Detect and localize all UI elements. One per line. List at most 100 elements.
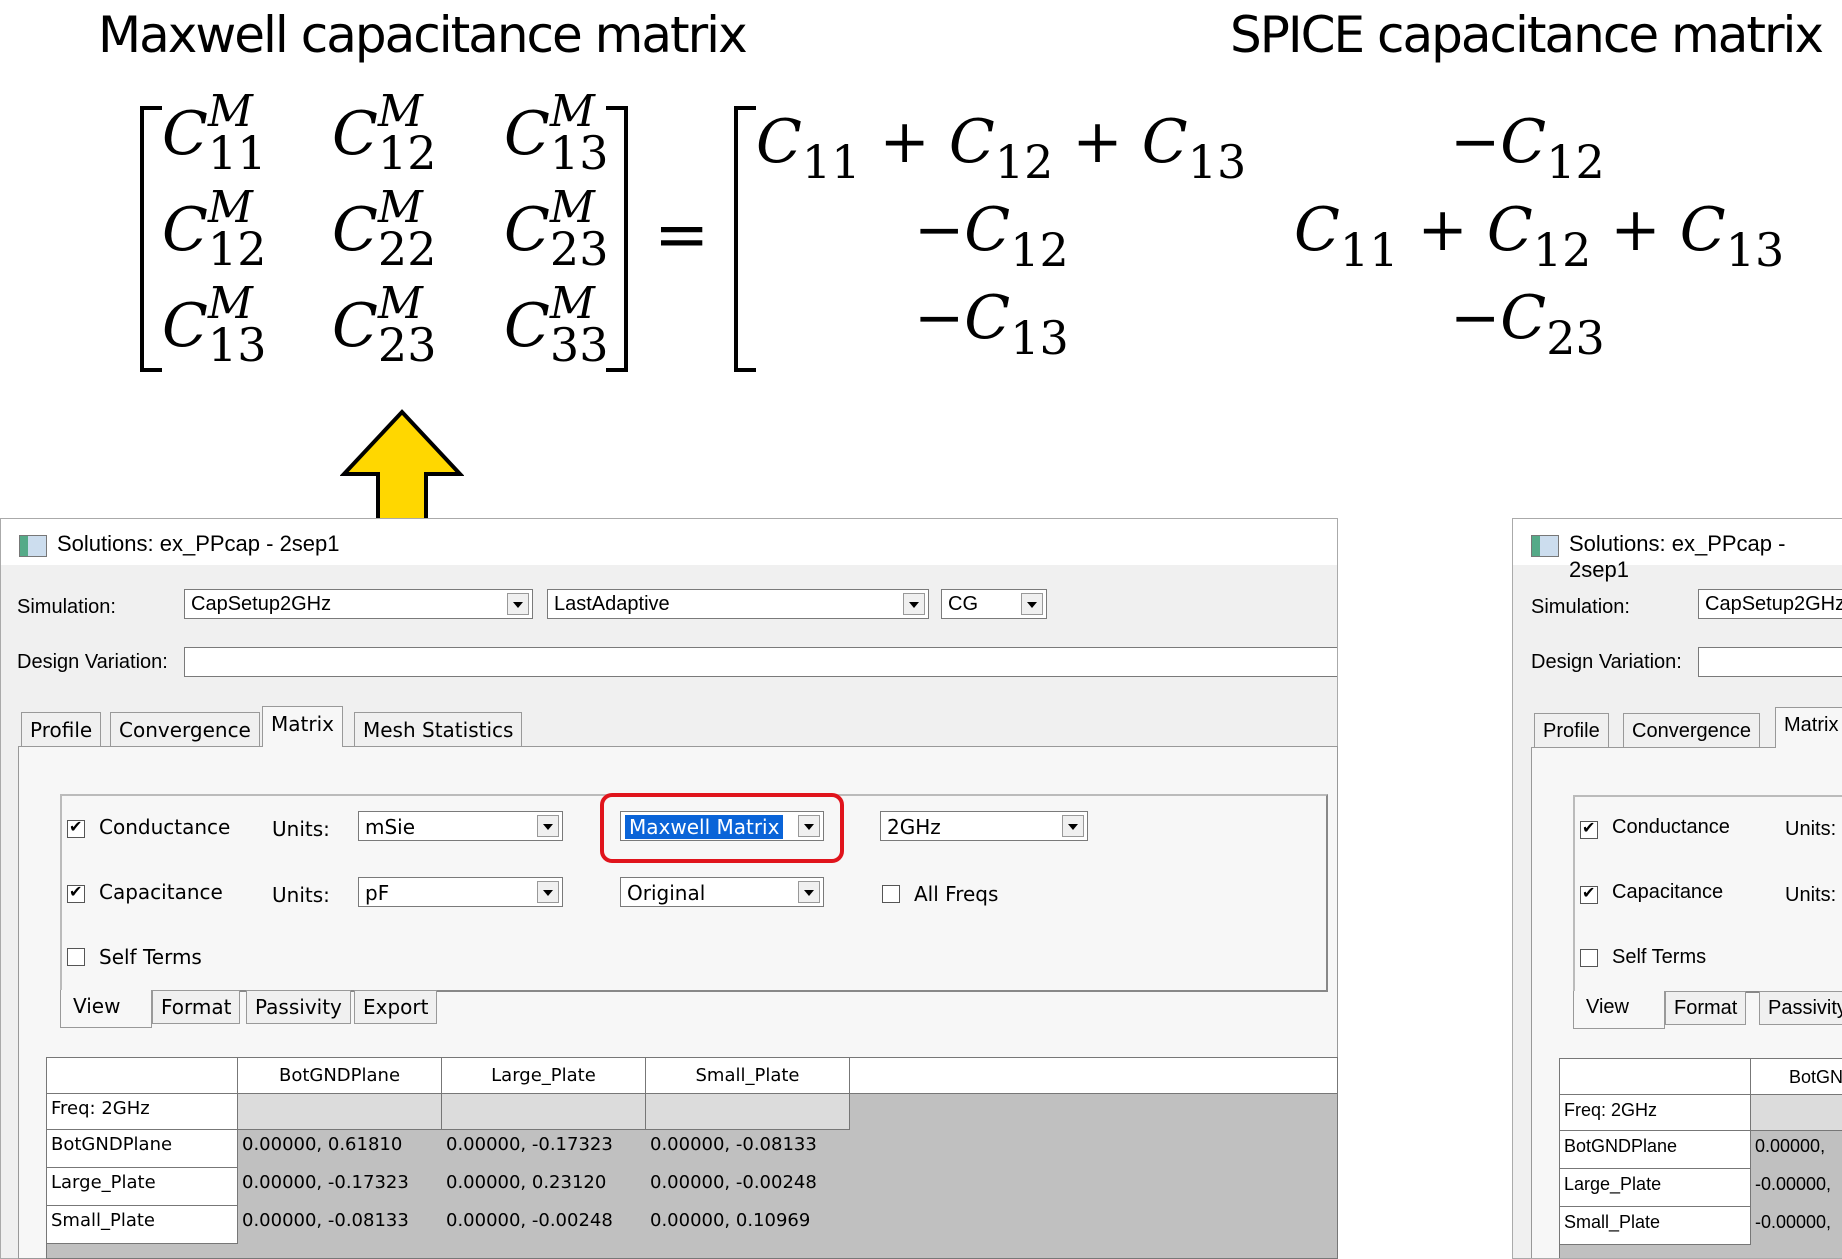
conductance-units-label: Units: [272, 817, 330, 841]
capacitance-label-2: Capacitance [1612, 881, 1724, 903]
table-row-header-2: Small_Plate [1560, 1207, 1751, 1245]
freq-row-cell [442, 1094, 646, 1130]
conductance-units-combo[interactable]: mSie [358, 811, 563, 841]
matrix-table-2: BotGN Freq: 2GHz BotGNDPlane 0.00000, La… [1559, 1058, 1842, 1258]
capacitance-units-label: Units: [272, 883, 330, 907]
chevron-down-icon[interactable] [798, 881, 820, 903]
all-freqs-checkbox[interactable] [882, 885, 900, 903]
design-variation-label-2: Design Variation: [1531, 651, 1682, 673]
table-row-header-2: BotGNDPlane [1560, 1131, 1751, 1169]
title-bar-2: Solutions: ex_PPcap - 2sep1 [1513, 519, 1842, 582]
table-cell-2[interactable]: -0.00000, [1751, 1207, 1842, 1245]
subtab-export[interactable]: Export [354, 990, 438, 1024]
simulation-setup-combo-2[interactable]: CapSetup2GHz [1698, 589, 1842, 619]
chevron-down-icon[interactable] [1062, 815, 1084, 837]
table-cell-2[interactable]: -0.00000, [1751, 1169, 1842, 1207]
maxwell-cell: C M 33 [504, 278, 609, 372]
table-cell[interactable]: 0.00000, 0.61810 [238, 1130, 442, 1168]
freq-row-cell [238, 1094, 442, 1130]
window-title-2: Solutions: ex_PPcap - 2sep1 [1569, 531, 1786, 582]
subtab-view[interactable]: View [60, 990, 152, 1028]
chevron-down-icon[interactable] [537, 881, 559, 903]
window-icon [19, 535, 47, 557]
solutions-dialog-2: Solutions: ex_PPcap - 2sep1 Simulation: … [1512, 518, 1842, 1259]
spice-cell: −C12 [914, 195, 1069, 277]
frequency-value: 2GHz [887, 815, 941, 839]
design-variation-label: Design Variation: [17, 651, 168, 673]
column-header[interactable]: Small_Plate [646, 1058, 850, 1094]
table-row-header: Large_Plate [47, 1168, 238, 1206]
table-row-header-2: Large_Plate [1560, 1169, 1751, 1207]
freq-row-header-2: Freq: 2GHz [1560, 1095, 1751, 1131]
chevron-down-icon[interactable] [1021, 593, 1043, 615]
simulation-setup-combo[interactable]: CapSetup2GHz [184, 589, 533, 619]
tab-convergence-2[interactable]: Convergence [1623, 713, 1760, 747]
title-bar: Solutions: ex_PPcap - 2sep1 [1, 519, 1337, 565]
all-freqs-label: All Freqs [914, 882, 999, 906]
frequency-combo[interactable]: 2GHz [880, 811, 1088, 841]
tab-convergence[interactable]: Convergence [110, 712, 260, 746]
tab-matrix[interactable]: Matrix [262, 706, 343, 747]
table-cell-2[interactable]: 0.00000, [1751, 1131, 1842, 1169]
spice-cell: C11 + C12 + C13 [1294, 195, 1785, 277]
simulation-label: Simulation: [17, 596, 116, 618]
spice-cell: −C12 [1450, 107, 1605, 189]
design-variation-field[interactable] [184, 647, 1337, 677]
chevron-down-icon[interactable] [507, 593, 529, 615]
subtab-passivity-2[interactable]: Passivity [1759, 991, 1842, 1025]
spice-cell: −C23 [1450, 283, 1605, 365]
tab-profile-2[interactable]: Profile [1534, 713, 1609, 747]
table-cell[interactable]: 0.00000, -0.08133 [238, 1206, 442, 1244]
self-terms-label: Self Terms [99, 945, 202, 969]
table-cell[interactable]: 0.00000, 0.23120 [442, 1168, 646, 1206]
table-corner-2 [1560, 1059, 1751, 1095]
capacitance-checkbox[interactable] [67, 882, 85, 903]
table-cell[interactable]: 0.00000, -0.17323 [442, 1130, 646, 1168]
matrix-variant-combo[interactable]: Original [620, 877, 824, 907]
conductance-checkbox-2[interactable] [1580, 818, 1598, 839]
capacitance-units-label-2: Units: [1785, 884, 1837, 906]
table-cell[interactable]: 0.00000, -0.08133 [646, 1130, 850, 1168]
tab-mesh-statistics[interactable]: Mesh Statistics [354, 712, 523, 746]
simulation-setup-value: CapSetup2GHz [191, 593, 332, 615]
subtab-format[interactable]: Format [152, 990, 241, 1024]
capacitance-units-combo[interactable]: pF [358, 877, 563, 907]
capacitance-checkbox-2[interactable] [1580, 883, 1598, 904]
window-icon [1531, 535, 1559, 557]
maxwell-heading: Maxwell capacitance matrix [98, 6, 748, 64]
table-cell[interactable]: 0.00000, 0.10969 [646, 1206, 850, 1244]
subtab-passivity[interactable]: Passivity [246, 990, 351, 1024]
column-header[interactable]: Large_Plate [442, 1058, 646, 1094]
tab-profile[interactable]: Profile [21, 712, 102, 746]
simulation-type-value: CG [948, 593, 978, 615]
maxwell-cell: C M 23 [332, 278, 437, 372]
simulation-type-combo[interactable]: CG [941, 589, 1047, 619]
design-variation-field-2[interactable] [1698, 647, 1842, 677]
capacitance-units-value: pF [365, 881, 390, 905]
subtab-view-2[interactable]: View [1573, 991, 1665, 1029]
chevron-down-icon[interactable] [903, 593, 925, 615]
table-cell[interactable]: 0.00000, -0.00248 [646, 1168, 850, 1206]
self-terms-checkbox[interactable] [67, 948, 85, 966]
spice-heading: SPICE capacitance matrix [1230, 6, 1824, 64]
window-title: Solutions: ex_PPcap - 2sep1 [57, 531, 340, 556]
tab-matrix-2[interactable]: Matrix [1775, 707, 1842, 748]
simulation-pass-combo[interactable]: LastAdaptive [547, 589, 929, 619]
table-cell[interactable]: 0.00000, -0.00248 [442, 1206, 646, 1244]
simulation-setup-value-2: CapSetup2GHz [1705, 593, 1842, 615]
maxwell-cell: C M 23 [504, 182, 609, 276]
column-header-2[interactable]: BotGN [1751, 1059, 1842, 1095]
freq-row-cell [646, 1094, 850, 1130]
freq-row-cell-2 [1751, 1095, 1842, 1131]
column-header-empty [850, 1058, 1337, 1094]
self-terms-checkbox-2[interactable] [1580, 949, 1598, 967]
table-cell[interactable]: 0.00000, -0.17323 [238, 1168, 442, 1206]
column-header[interactable]: BotGNDPlane [238, 1058, 442, 1094]
subtab-format-2[interactable]: Format [1665, 991, 1747, 1025]
conductance-checkbox[interactable] [67, 817, 85, 838]
simulation-pass-value: LastAdaptive [554, 593, 670, 615]
chevron-down-icon[interactable] [537, 815, 559, 837]
matrix-variant-value: Original [627, 881, 706, 905]
red-highlight-box [600, 793, 844, 863]
simulation-label-2: Simulation: [1531, 596, 1630, 618]
